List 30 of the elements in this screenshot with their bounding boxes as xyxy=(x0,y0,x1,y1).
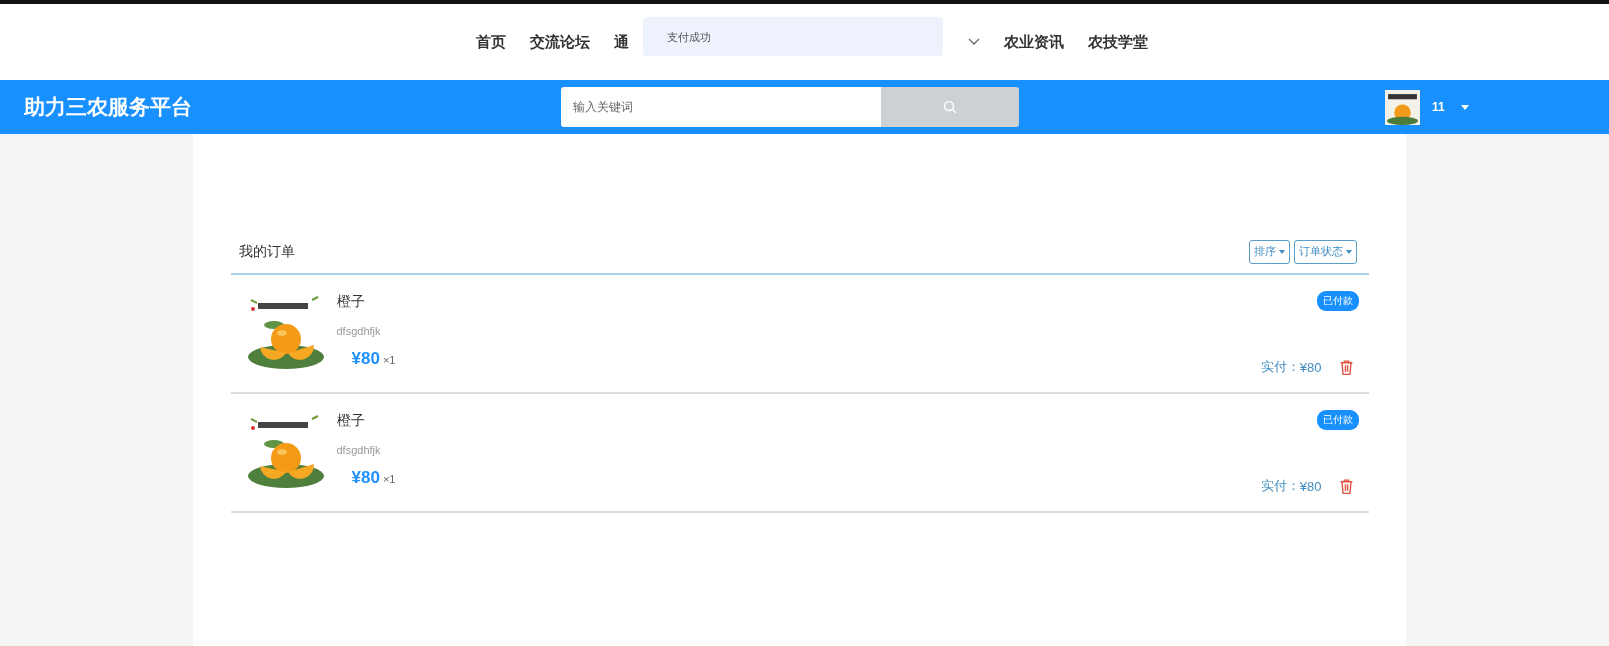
paid-label: 实付： xyxy=(1260,477,1300,495)
nav-link[interactable]: 首页 xyxy=(476,32,506,52)
product-name: 橙子 xyxy=(336,412,366,430)
toast-message: 支付成功 xyxy=(643,17,943,56)
status-badge: 已付款 xyxy=(1316,291,1359,311)
nav-link[interactable]: 农技学堂 xyxy=(1088,32,1148,52)
search-field[interactable]: 输入关键词 xyxy=(561,87,881,127)
nav-link[interactable]: 通 xyxy=(614,32,629,52)
status-badge: 已付款 xyxy=(1316,410,1359,430)
product-name: 橙子 xyxy=(336,293,366,311)
product-price: ¥80 xyxy=(351,349,380,368)
product-description: dfsgdhfjk xyxy=(336,325,382,337)
trash-icon[interactable] xyxy=(1339,478,1353,494)
paid-amount: ¥80 xyxy=(1299,359,1322,375)
caret-icon[interactable] xyxy=(1460,104,1469,110)
quantity: ×1 xyxy=(382,473,396,485)
nav-link[interactable]: 交流论坛 xyxy=(530,32,590,52)
paid-amount: ¥80 xyxy=(1299,478,1322,494)
paid-label: 实付： xyxy=(1260,358,1300,376)
quantity: ×1 xyxy=(382,354,396,366)
nav-link[interactable]: 农业资讯 xyxy=(1004,32,1064,52)
search-icon xyxy=(943,100,957,114)
chevron-icon[interactable] xyxy=(968,38,980,46)
product-price: ¥80 xyxy=(351,468,380,487)
site-title: 助力三农服务平台 xyxy=(24,94,193,120)
filter-dropdown[interactable]: 排序 xyxy=(1248,239,1290,264)
filter-dropdown[interactable]: 订单状态 xyxy=(1293,239,1357,264)
product-description: dfsgdhfjk xyxy=(336,444,382,456)
trash-icon[interactable] xyxy=(1339,359,1353,375)
orders-title: 我的订单 xyxy=(238,242,295,261)
